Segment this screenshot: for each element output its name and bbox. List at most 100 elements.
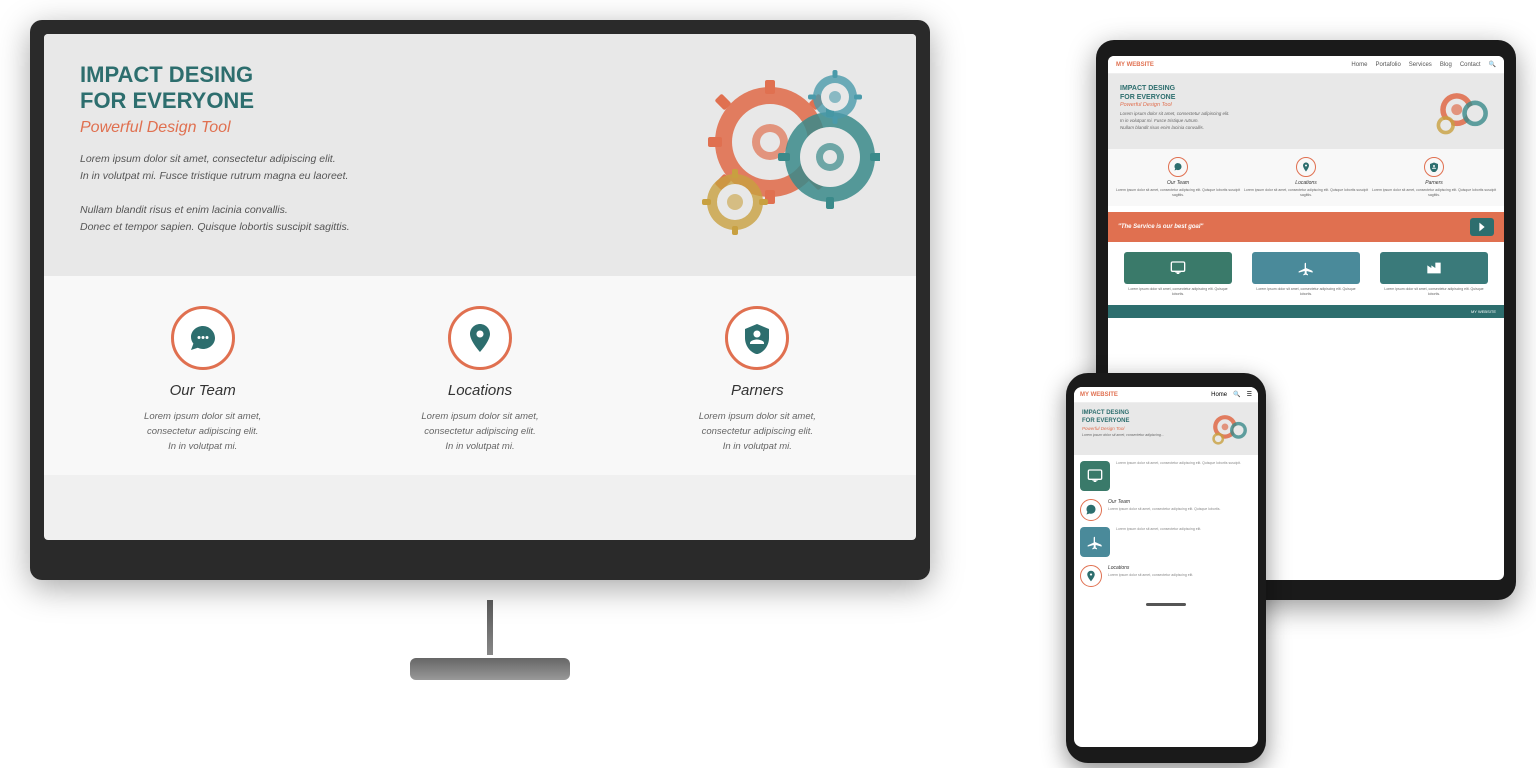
phone-hero-para: Lorem ipsum dolor sit amet, consectetur … (1082, 433, 1164, 438)
phone: MY WEBSITE Home 🔍 ☰ IMPACT DESINGFOR EVE… (1066, 373, 1266, 763)
home-label: Home (1211, 392, 1227, 398)
tablet-service-monitor: Lorem ipsum dolor sit amet, consectetur … (1124, 252, 1232, 297)
phone-location-icon (1080, 565, 1102, 587)
phone-team-title: Our Team (1108, 499, 1252, 505)
monitor: IMPACT DESING FOR EVERYONE Powerful Desi… (30, 20, 950, 720)
feature-our-team: Our Team Lorem ipsum dolor sit amet,cons… (64, 306, 341, 455)
phone-locations-desc: Lorem ipsum dolor sit amet, consectetur … (1108, 573, 1252, 578)
phone-team-icon (1080, 499, 1102, 521)
chat-icon (187, 322, 219, 354)
feature-desc-partners: Lorem ipsum dolor sit amet,consectetur a… (629, 409, 886, 455)
tablet-team-title: Our Team (1114, 180, 1242, 186)
tablet-shield-icon-svg (1429, 162, 1439, 172)
tablet-partners-title: Parners (1370, 180, 1498, 186)
tablet-location-icon-svg (1301, 162, 1311, 172)
tablet-hero-para: Lorem ipsum dolor sit amet, consectetur … (1120, 111, 1230, 131)
partners-icon-circle (725, 306, 789, 370)
tablet-service-plane: Lorem ipsum dolor sit amet, consectetur … (1252, 252, 1360, 297)
monitor-service-icon (1124, 252, 1232, 284)
features-section: Our Team Lorem ipsum dolor sit amet,cons… (44, 276, 916, 475)
gears-illustration (660, 62, 880, 252)
phone-locations-row: Locations Lorem ipsum dolor sit amet, co… (1080, 565, 1252, 587)
tablet-location-icon (1296, 157, 1316, 177)
phone-hero-title: IMPACT DESINGFOR EVERYONE (1082, 410, 1164, 426)
phone-nav: MY WEBSITE Home 🔍 ☰ (1074, 387, 1258, 403)
feature-desc-locations: Lorem ipsum dolor sit amet,consectetur a… (351, 409, 608, 455)
phone-chat-icon (1085, 504, 1097, 516)
tablet-shield-icon (1424, 157, 1444, 177)
tablet-services: Lorem ipsum dolor sit amet, consectetur … (1108, 248, 1504, 305)
locations-icon-circle (448, 306, 512, 370)
phone-locations-text: Locations Lorem ipsum dolor sit amet, co… (1108, 565, 1252, 578)
phone-section-monitor: Lorem ipsum dolor sit amet, consectetur … (1080, 461, 1252, 491)
phone-team-text: Our Team Lorem ipsum dolor sit amet, con… (1108, 499, 1252, 512)
phone-home-indicator (1146, 603, 1186, 606)
phone-locations-title: Locations (1108, 565, 1252, 571)
our-team-icon-circle (171, 306, 235, 370)
tablet-footer: MY WEBSITE (1108, 305, 1504, 318)
monitor-stand (410, 600, 570, 680)
tablet-locations-title: Locations (1242, 180, 1370, 186)
tablet-nav-links: Home Portafolio Services Blog Contact 🔍 (1164, 61, 1496, 68)
search-phone-icon: 🔍 (1233, 391, 1240, 398)
feature-title-partners: Parners (629, 382, 886, 399)
phone-monitor-text: Lorem ipsum dolor sit amet, consectetur … (1116, 461, 1252, 466)
tablet-gears-icon (1427, 84, 1492, 139)
phone-screen: MY WEBSITE Home 🔍 ☰ IMPACT DESINGFOR EVE… (1074, 387, 1258, 747)
hero-subtitle: Powerful Design Tool (80, 119, 350, 137)
feature-locations: Locations Lorem ipsum dolor sit amet,con… (341, 306, 618, 455)
phone-bezel: MY WEBSITE Home 🔍 ☰ IMPACT DESINGFOR EVE… (1066, 373, 1266, 763)
monitor-icon (1170, 260, 1186, 276)
phone-plane-icon-box (1080, 527, 1110, 557)
phone-hero-subtitle: Powerful Design Tool (1082, 426, 1164, 431)
tablet-brand: MY WEBSITE (1116, 62, 1154, 68)
phone-section-plane: Lorem ipsum dolor sit amet, consectetur … (1080, 527, 1252, 557)
phone-team-row: Our Team Lorem ipsum dolor sit amet, con… (1080, 499, 1252, 521)
phone-plane-icon (1087, 534, 1103, 550)
tablet-feature-locations: Locations Lorem ipsum dolor sit amet, co… (1242, 157, 1370, 198)
phone-monitor-icon-box (1080, 461, 1110, 491)
feature-title-locations: Locations (351, 382, 608, 399)
menu-phone-icon: ☰ (1247, 391, 1252, 398)
tablet-feature-partners: Parners Lorem ipsum dolor sit amet, cons… (1370, 157, 1498, 198)
hero-title: IMPACT DESING FOR EVERYONE (80, 62, 350, 115)
tablet-plane-desc: Lorem ipsum dolor sit amet, consectetur … (1252, 287, 1360, 297)
tablet-partners-desc: Lorem ipsum dolor sit amet, consectetur … (1370, 188, 1498, 198)
scene: IMPACT DESING FOR EVERYONE Powerful Desi… (0, 0, 1536, 768)
feature-desc-our-team: Lorem ipsum dolor sit amet,consectetur a… (74, 409, 331, 455)
tablet-monitor-desc: Lorem ipsum dolor sit amet, consectetur … (1124, 287, 1232, 297)
tablet-hero-title: IMPACT DESINGFOR EVERYONE (1120, 84, 1230, 102)
phone-plane-text: Lorem ipsum dolor sit amet, consectetur … (1116, 527, 1252, 532)
feature-title-our-team: Our Team (74, 382, 331, 399)
tablet-hero-subtitle: Powerful Design Tool (1120, 102, 1230, 108)
feature-partners: Parners Lorem ipsum dolor sit amet,conse… (619, 306, 896, 455)
phone-plane-desc: Lorem ipsum dolor sit amet, consectetur … (1116, 527, 1252, 532)
tablet-chat-icon (1168, 157, 1188, 177)
phone-monitor-icon (1087, 468, 1103, 484)
phone-nav-icons: Home 🔍 ☰ (1211, 391, 1252, 398)
tablet-chat-icon-svg (1173, 162, 1183, 172)
monitor-bezel: IMPACT DESING FOR EVERYONE Powerful Desi… (30, 20, 930, 580)
hero-para2: Nullam blandit risus et enim lacinia con… (80, 202, 350, 236)
arrow-right-icon (1475, 220, 1489, 234)
phone-monitor-desc: Lorem ipsum dolor sit amet, consectetur … (1116, 461, 1252, 466)
hero-text: IMPACT DESING FOR EVERYONE Powerful Desi… (80, 62, 350, 236)
tablet-feature-team: Our Team Lorem ipsum dolor sit amet, con… (1114, 157, 1242, 198)
tablet-service-factory: Lorem ipsum dolor sit amet, consectetur … (1380, 252, 1488, 297)
tablet-banner-text: "The Service is our best goal" (1118, 224, 1203, 230)
plane-icon (1298, 260, 1314, 276)
phone-hero: IMPACT DESINGFOR EVERYONE Powerful Desig… (1074, 403, 1258, 455)
phone-content: Lorem ipsum dolor sit amet, consectetur … (1074, 455, 1258, 599)
factory-service-icon (1380, 252, 1488, 284)
plane-service-icon (1252, 252, 1360, 284)
phone-gears-icon (1205, 410, 1250, 448)
phone-hero-text: IMPACT DESINGFOR EVERYONE Powerful Desig… (1082, 410, 1164, 437)
hero-para1: Lorem ipsum dolor sit amet, consectetur … (80, 151, 350, 185)
location-icon (464, 322, 496, 354)
shield-icon (741, 322, 773, 354)
tablet-banner-icon (1470, 218, 1494, 236)
phone-location-pin-icon (1085, 570, 1097, 582)
tablet-team-desc: Lorem ipsum dolor sit amet, consectetur … (1114, 188, 1242, 198)
factory-icon (1426, 260, 1442, 276)
tablet-hero: IMPACT DESINGFOR EVERYONE Powerful Desig… (1108, 74, 1504, 149)
